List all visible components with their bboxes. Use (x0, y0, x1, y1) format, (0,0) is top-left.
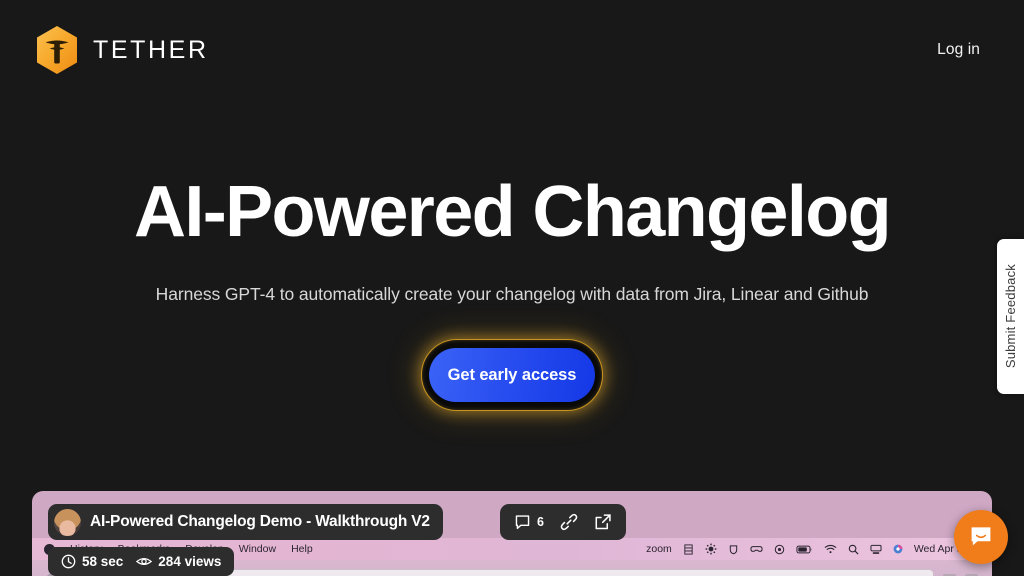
battery-icon[interactable] (796, 545, 813, 554)
demo-actions-pill: 6 (500, 504, 626, 540)
colored-status-icon[interactable] (893, 544, 903, 554)
demo-title-pill: AI-Powered Changelog Demo - Walkthrough … (48, 504, 443, 540)
brand-logo[interactable]: TETHER (34, 25, 209, 75)
wifi-icon[interactable] (824, 544, 837, 554)
chain-link-icon (560, 513, 578, 531)
control-center-icon[interactable] (870, 544, 882, 555)
external-link-icon (595, 514, 611, 530)
avatar (54, 508, 81, 536)
page-title: AI-Powered Changelog (133, 172, 892, 252)
cta-container: Get early access (421, 339, 603, 411)
submit-feedback-label: Submit Feedback (1003, 264, 1018, 369)
gear-icon[interactable] (705, 543, 717, 555)
menubar-item-window[interactable]: Window (239, 543, 276, 555)
duration-value: 58 sec (82, 554, 124, 569)
chat-bubble-smile-icon (971, 527, 991, 546)
demo-title: AI-Powered Changelog Demo - Walkthrough … (90, 513, 430, 530)
menubar-zoom-label[interactable]: zoom (646, 543, 672, 555)
copy-link-button[interactable] (560, 513, 578, 531)
views-stat: 284 views (136, 554, 221, 569)
tether-hexagon-logo-icon (37, 26, 77, 74)
submit-feedback-tab[interactable]: Submit Feedback (997, 239, 1024, 394)
views-value: 284 views (158, 554, 222, 569)
brand-name: TETHER (93, 35, 209, 64)
comments-button[interactable]: 6 (514, 514, 544, 531)
get-early-access-button[interactable]: Get early access (429, 348, 595, 402)
search-icon[interactable] (848, 544, 859, 555)
comment-count: 6 (537, 515, 544, 529)
duration-stat: 58 sec (61, 554, 123, 569)
eye-icon (136, 558, 153, 565)
site-header: TETHER Log in (0, 0, 1024, 100)
demo-stats-pill: 58 sec 284 views (48, 547, 235, 576)
comment-bubble-icon (515, 514, 530, 529)
shield-icon[interactable] (728, 544, 739, 555)
open-external-button[interactable] (594, 513, 612, 531)
game-controller-icon[interactable] (750, 544, 763, 554)
login-link[interactable]: Log in (937, 41, 980, 59)
menubar-item-help[interactable]: Help (291, 543, 313, 555)
figma-icon[interactable] (683, 543, 694, 555)
clock-icon (61, 554, 76, 569)
menubar-status-items: zoom Wed Apr 5 2:40 (646, 543, 992, 555)
record-icon[interactable] (774, 544, 785, 555)
hero-subtitle: Harness GPT-4 to automatically create yo… (155, 284, 869, 304)
intercom-launcher-button[interactable] (954, 510, 1008, 564)
